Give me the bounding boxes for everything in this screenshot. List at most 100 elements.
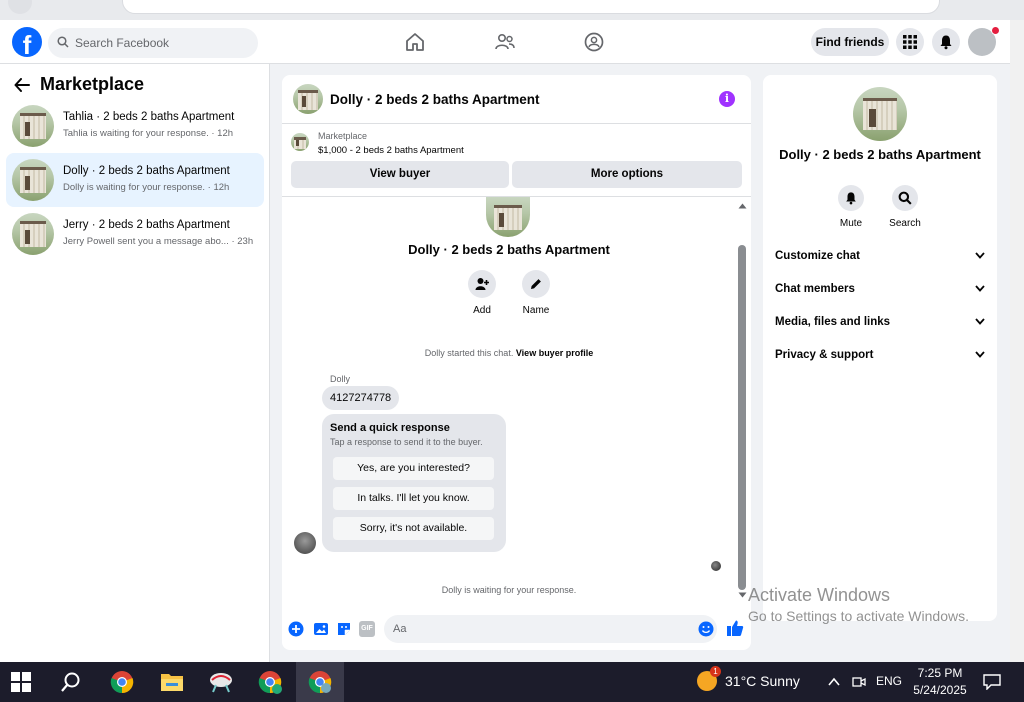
chat-avatar[interactable]: [293, 84, 323, 114]
view-buyer-profile-link[interactable]: View buyer profile: [516, 348, 593, 358]
chat-scrollbar[interactable]: [737, 203, 747, 598]
chat-members-section[interactable]: Chat members: [775, 283, 985, 303]
emoji-icon[interactable]: [698, 621, 714, 637]
message-composer: GIF Aa: [282, 611, 751, 650]
clock-time: 7:25 PM: [917, 666, 963, 680]
sticker-icon[interactable]: [336, 621, 352, 637]
friends-icon[interactable]: [494, 31, 516, 53]
weather-widget[interactable]: 31°C Sunny: [697, 666, 800, 691]
sun-icon: [697, 666, 721, 691]
chevron-down-icon: [975, 318, 985, 325]
quick-response-card: Send a quick response Tap a response to …: [322, 414, 506, 552]
chrome-profile-icon[interactable]: [258, 670, 282, 694]
notifications-button[interactable]: [932, 28, 960, 56]
account-avatar[interactable]: [968, 26, 1000, 56]
quick-response-button[interactable]: In talks. I'll let you know.: [333, 487, 494, 510]
marketplace-label: Marketplace: [318, 131, 368, 141]
section-label: Customize chat: [775, 250, 860, 262]
scroll-down-icon[interactable]: [738, 592, 747, 598]
bell-icon: [846, 192, 856, 205]
app-icon[interactable]: [208, 670, 234, 694]
activate-windows-watermark: Activate Windows Go to Settings to activ…: [748, 585, 969, 624]
more-options-button[interactable]: More options: [512, 161, 742, 188]
windows-taskbar: 31°C Sunny ENG 7:25 PM 5/24/2025: [0, 662, 1024, 702]
chevron-down-icon: [975, 252, 985, 259]
info-icon[interactable]: i: [719, 91, 735, 107]
photo-icon[interactable]: [313, 621, 329, 637]
search-input[interactable]: Search Facebook: [48, 28, 258, 58]
listing-thumbnail: [12, 159, 54, 201]
conversation-name: Dolly · 2 beds 2 baths Apartment: [63, 165, 230, 177]
mute-button[interactable]: Mute: [826, 185, 876, 229]
add-label: Add: [473, 305, 491, 316]
weather-text: 31°C Sunny: [725, 673, 800, 689]
gif-icon[interactable]: GIF: [359, 621, 375, 637]
chat-panel: Dolly · 2 beds 2 baths Apartment i Marke…: [282, 75, 751, 650]
quick-response-button[interactable]: Sorry, it's not available.: [333, 517, 494, 540]
details-name: Dolly · 2 beds 2 baths Apartment: [779, 147, 981, 162]
chevron-up-icon[interactable]: [828, 677, 840, 686]
customize-chat-section[interactable]: Customize chat: [775, 250, 985, 270]
quick-response-subtitle: Tap a response to send it to the buyer.: [330, 437, 483, 447]
add-person-icon: [475, 278, 489, 290]
chat-profile-name: Dolly · 2 beds 2 baths Apartment: [408, 242, 610, 257]
search-icon: [898, 191, 912, 205]
chevron-down-icon: [975, 351, 985, 358]
search-label: Search: [889, 218, 921, 229]
find-friends-button[interactable]: Find friends: [811, 28, 889, 56]
clock[interactable]: 7:25 PM 5/24/2025: [905, 665, 975, 699]
watermark-line2: Go to Settings to activate Windows.: [748, 608, 969, 624]
listing-title[interactable]: $1,000 - 2 beds 2 baths Apartment: [318, 145, 464, 156]
chevron-down-icon: [975, 285, 985, 292]
search-button[interactable]: Search: [880, 185, 930, 229]
file-explorer-icon[interactable]: [160, 671, 184, 693]
home-icon[interactable]: [404, 31, 426, 53]
page-scrollbar[interactable]: [1010, 20, 1024, 662]
chat-title[interactable]: Dolly · 2 beds 2 baths Apartment: [330, 92, 540, 107]
sender-name: Dolly: [330, 374, 351, 384]
back-button[interactable]: [8, 0, 32, 14]
scroll-up-icon[interactable]: [738, 203, 747, 209]
message-list[interactable]: Dolly · 2 beds 2 baths Apartment Add Nam…: [282, 197, 751, 607]
pencil-icon: [531, 279, 541, 289]
top-navigation-bar: f Search Facebook Find friends: [0, 20, 1010, 64]
notification-dot: [991, 26, 1000, 35]
listing-thumbnail: [12, 213, 54, 255]
back-arrow-icon[interactable]: [14, 77, 30, 92]
name-button[interactable]: Name: [511, 270, 561, 316]
clock-date: 5/24/2025: [913, 683, 967, 697]
language-indicator[interactable]: ENG: [876, 674, 902, 688]
like-icon[interactable]: [726, 619, 744, 637]
conversation-item[interactable]: Jerry · 2 beds 2 baths Apartment Jerry P…: [6, 207, 264, 261]
add-button[interactable]: Add: [457, 270, 507, 316]
search-icon: [57, 36, 69, 48]
notification-center-icon[interactable]: [983, 674, 1001, 690]
search-icon[interactable]: [60, 671, 82, 693]
address-bar[interactable]: [122, 0, 940, 14]
marketplace-listing-bar: Marketplace $1,000 - 2 beds 2 baths Apar…: [282, 124, 751, 197]
windows-start-icon[interactable]: [11, 672, 31, 692]
scrollbar-thumb[interactable]: [738, 245, 746, 590]
conversation-name: Tahlia · 2 beds 2 baths Apartment: [63, 111, 235, 123]
chrome-icon[interactable]: [110, 670, 134, 694]
meet-icon[interactable]: [852, 675, 866, 689]
name-label: Name: [522, 305, 550, 316]
mute-label: Mute: [839, 218, 863, 229]
conversation-name: Jerry · 2 beds 2 baths Apartment: [63, 219, 230, 231]
privacy-support-section[interactable]: Privacy & support: [775, 349, 985, 369]
message-input[interactable]: Aa: [384, 615, 717, 643]
quick-response-button[interactable]: Yes, are you interested?: [333, 457, 494, 480]
facebook-logo[interactable]: f: [12, 27, 42, 57]
sender-avatar: [294, 532, 316, 554]
media-files-links-section[interactable]: Media, files and links: [775, 316, 985, 336]
quick-response-title: Send a quick response: [330, 422, 450, 434]
groups-icon[interactable]: [583, 31, 605, 53]
view-buyer-button[interactable]: View buyer: [291, 161, 509, 188]
plus-circle-icon[interactable]: [288, 621, 304, 637]
menu-button[interactable]: [896, 28, 924, 56]
conversation-item-active[interactable]: Dolly · 2 beds 2 baths Apartment Dolly i…: [6, 153, 264, 207]
message-bubble[interactable]: 4127274778: [322, 386, 400, 410]
chat-profile-image: [486, 197, 530, 237]
active-chrome-window[interactable]: [296, 662, 344, 702]
conversation-item[interactable]: Tahlia · 2 beds 2 baths Apartment Tahlia…: [6, 99, 264, 153]
